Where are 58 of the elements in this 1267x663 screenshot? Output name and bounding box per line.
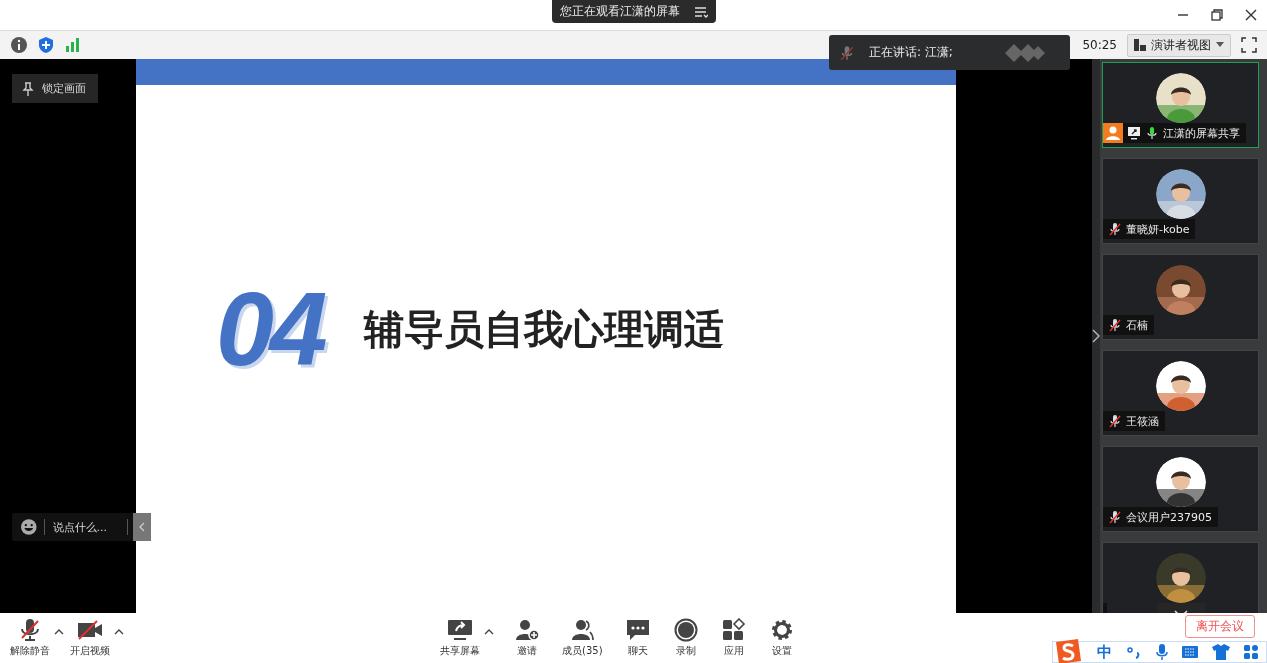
record-button[interactable]: 录制 [670, 618, 701, 658]
chevron-left-icon [139, 522, 146, 532]
close-icon[interactable] [1245, 9, 1257, 21]
meeting-timer: 50:25 [1082, 38, 1117, 52]
participant-tile[interactable]: 董晓妍-kobe [1102, 158, 1259, 244]
mic-icon[interactable] [1156, 644, 1168, 660]
participant-tile[interactable]: 江潇的屏幕共享 [1102, 62, 1259, 148]
chat-bubble-icon [624, 618, 651, 642]
fullscreen-icon[interactable] [1241, 37, 1257, 53]
participant-name: 江潇的屏幕共享 [1163, 125, 1241, 141]
info-icon[interactable] [10, 36, 28, 54]
caret-up-icon[interactable] [484, 629, 494, 635]
participant-tile[interactable]: 王筱涵 [1102, 350, 1259, 436]
speaker-label: 正在讲话: 江潇; [869, 44, 954, 61]
participant-name: 石楠 [1126, 317, 1149, 333]
apps-icon [720, 618, 747, 642]
lock-view-button[interactable]: 锁定画面 [12, 74, 98, 103]
menu-icon[interactable] [693, 5, 708, 18]
invite-button[interactable]: 邀请 [512, 618, 542, 658]
emoji-icon[interactable] [20, 518, 38, 536]
input-mode-label[interactable]: 中 [1097, 642, 1112, 662]
apps-button[interactable]: 应用 [718, 618, 749, 658]
dropdown-icon [1216, 42, 1224, 48]
participant-tile[interactable]: 石楠 [1102, 254, 1259, 340]
participant-name: 会议用户237905 [1126, 509, 1213, 525]
add-person-icon [514, 618, 540, 642]
members-button[interactable]: 成员(35) [560, 618, 605, 658]
participant-tile[interactable] [1102, 542, 1259, 613]
people-icon [569, 618, 596, 642]
slide-title: 辅导员自我心理调适 [363, 304, 724, 354]
share-button[interactable]: 共享屏幕 [438, 618, 482, 658]
muted-mic-icon [839, 44, 855, 61]
mic-button[interactable]: 解除静音 [8, 618, 52, 658]
banner-text: 您正在观看江潇的屏幕 [559, 3, 680, 20]
shirt-icon[interactable] [1212, 644, 1230, 660]
leave-meeting-button[interactable]: 离开会议 [1185, 615, 1255, 638]
slide-number: 04 [216, 269, 324, 389]
camera-off-icon [77, 618, 103, 642]
caret-up-icon[interactable] [114, 629, 124, 635]
s-logo-icon[interactable] [1053, 638, 1083, 663]
restore-icon[interactable] [1211, 9, 1223, 21]
view-button[interactable]: 演讲者视图 [1127, 33, 1231, 57]
pin-icon [22, 81, 34, 96]
participant-tile[interactable]: 会议用户237905 [1102, 446, 1259, 532]
screen-share-icon [447, 618, 473, 642]
video-button[interactable]: 开启视频 [68, 618, 112, 658]
caret-up-icon[interactable] [54, 629, 64, 635]
record-icon [672, 618, 699, 642]
blurred-shape-icon [1003, 41, 1047, 64]
chevron-right-icon[interactable] [1092, 329, 1100, 343]
grid-icon[interactable] [1244, 645, 1258, 659]
participant-name: 王筱涵 [1126, 413, 1160, 429]
shield-icon[interactable] [37, 36, 55, 54]
punctuation-icon[interactable] [1126, 645, 1142, 659]
chat-button[interactable]: 聊天 [622, 618, 653, 658]
participant-name: 董晓妍-kobe [1126, 221, 1191, 237]
settings-button[interactable]: 设置 [766, 618, 797, 658]
layout-icon [1134, 39, 1146, 51]
